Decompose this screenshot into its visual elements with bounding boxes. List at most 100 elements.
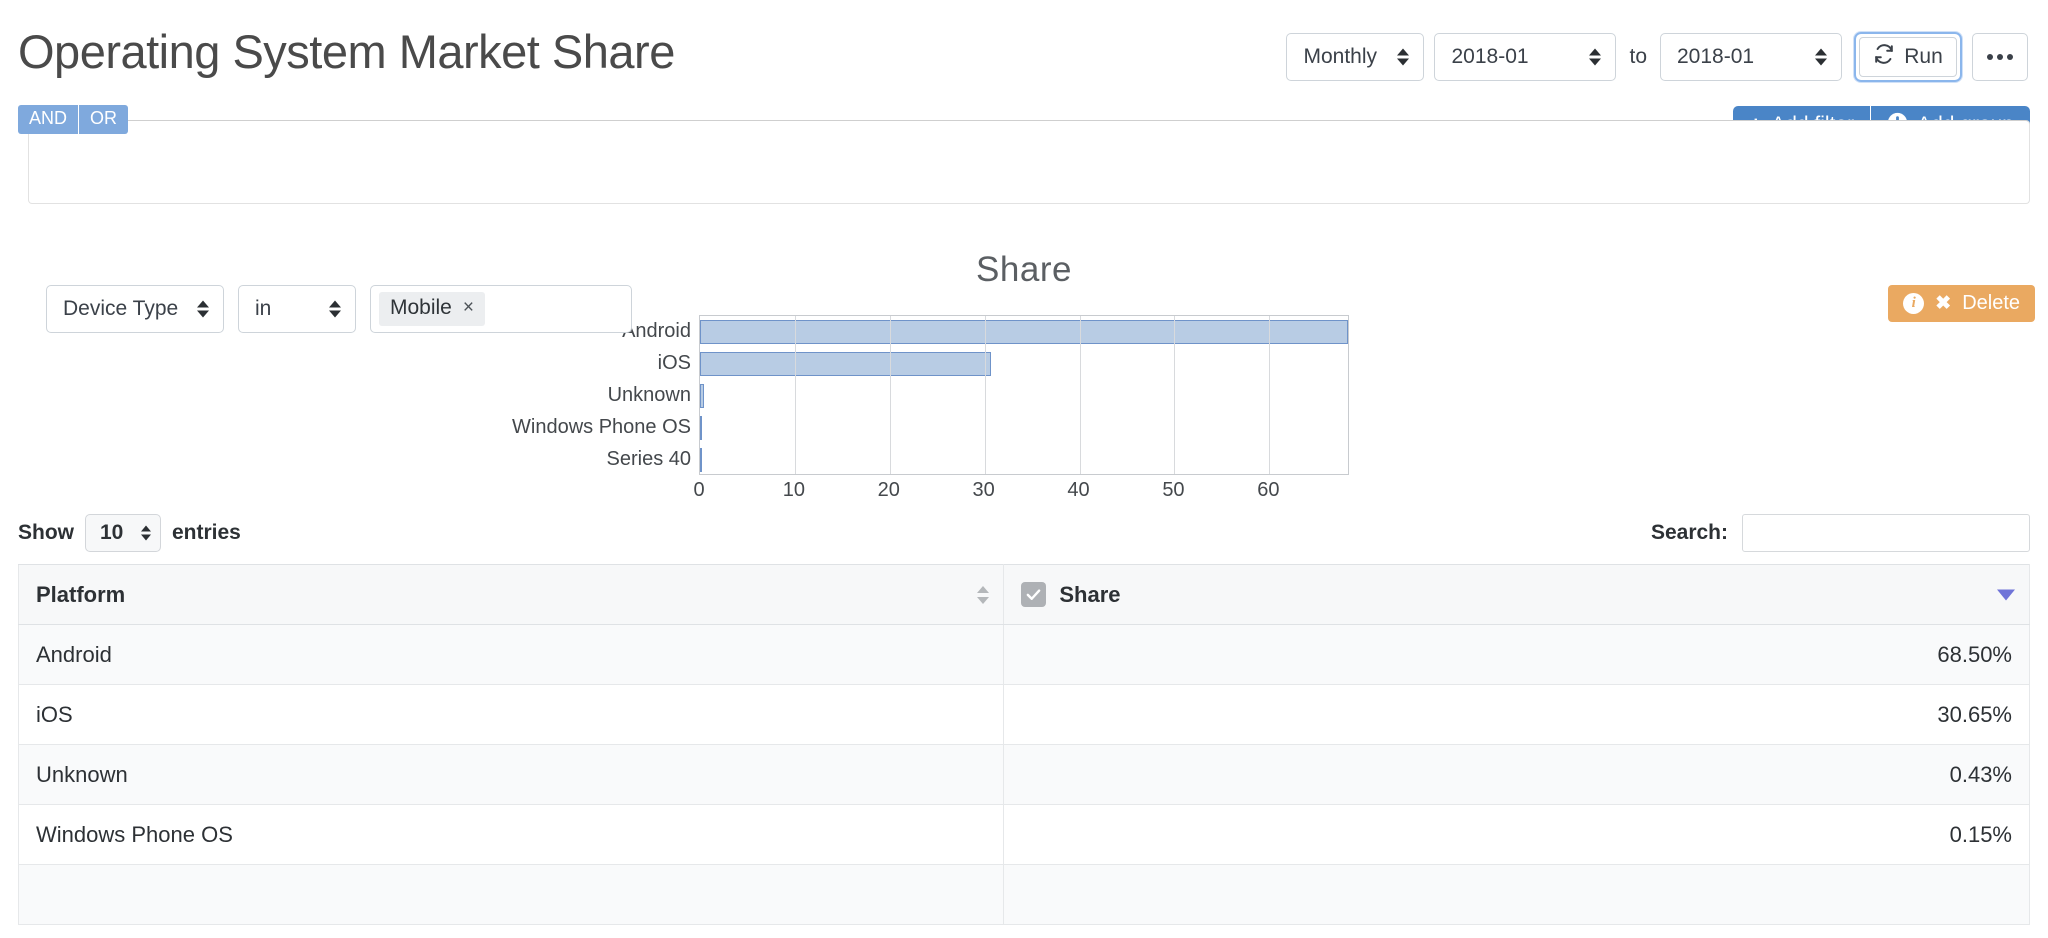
cell-share: 68.50%: [1003, 624, 2030, 685]
chart-gridline: [984, 316, 986, 474]
search-label: Search:: [1650, 521, 1728, 544]
entries-label: entries: [172, 521, 241, 544]
ellipsis-icon-dot: [1987, 54, 1993, 60]
spinner-icon: [329, 300, 341, 318]
chart-category-labels: Android iOS Unknown Windows Phone OS Series …: [439, 315, 699, 475]
cell-platform: [17, 864, 1005, 925]
chart-gridline: [1269, 316, 1271, 474]
logic-or-button[interactable]: OR: [78, 105, 129, 134]
table-controls: Show 10 entries Search:: [0, 504, 2048, 564]
page-length-value: 10: [100, 521, 124, 544]
chart-bar: [700, 352, 991, 376]
column-header-share-label: Share: [1059, 581, 1121, 607]
logic-toggle[interactable]: AND OR: [18, 105, 129, 134]
chart-bar-slot: [700, 412, 1348, 444]
chart-gridline: [794, 316, 796, 474]
page-length-select[interactable]: 10: [85, 514, 161, 552]
spinner-icon: [1815, 48, 1827, 66]
sort-descending-icon: [1997, 589, 2015, 600]
cell-platform: Unknown: [17, 744, 1005, 805]
spinner-icon: [197, 300, 209, 318]
filter-row: Device Type in Mobile ×: [46, 285, 632, 333]
run-button-label: Run: [1904, 45, 1943, 68]
info-icon: i: [1903, 293, 1925, 314]
table-head: Platform Share: [17, 564, 2030, 625]
chart-plot-inner: Android iOS Unknown Windows Phone OS Series …: [512, 315, 1349, 509]
table-row[interactable]: Unknown 0.43%: [17, 744, 2030, 805]
chart-gridline: [1079, 316, 1081, 474]
chart-plot-area: [699, 315, 1349, 475]
table-header-row: Platform Share: [17, 564, 2030, 625]
period-select-value: Monthly: [1303, 45, 1378, 68]
chart-x-tick-label: 20: [877, 479, 900, 501]
chart-bar-slot: [700, 380, 1348, 412]
filter-field-select[interactable]: Device Type: [46, 285, 224, 333]
filter-field-value: Device Type: [63, 297, 179, 320]
ellipsis-icon-dot: [2007, 54, 2013, 60]
table-body: Android 68.50% iOS 30.65% Unknown 0.43% Window…: [17, 624, 2030, 925]
chart-x-tick-label: 50: [1162, 479, 1185, 501]
chart-x-tick-label: 60: [1257, 479, 1280, 501]
table-search: Search:: [1651, 514, 2030, 552]
filter-operator-select[interactable]: in: [238, 285, 356, 333]
chart-x-tick-label: 10: [782, 479, 805, 501]
filter-value-tag[interactable]: Mobile ×: [379, 292, 485, 326]
chart-category-label: Unknown: [607, 384, 691, 406]
chart-gridline: [889, 316, 891, 474]
chart-bar-slot: [700, 316, 1348, 348]
chart-bars: [700, 316, 1348, 474]
cell-share: 0.15%: [1003, 804, 2030, 865]
ellipsis-icon-dot: [1997, 54, 2003, 60]
filter-value-tag-label: Mobile: [390, 296, 452, 319]
close-icon[interactable]: ×: [463, 297, 474, 319]
chart-title: Share: [976, 250, 1072, 289]
chart-plot-wrapper: Android iOS Unknown Windows Phone OS Series …: [0, 315, 2048, 509]
overflow-menu-button[interactable]: [1972, 33, 2028, 81]
checkbox-checked-icon[interactable]: [1021, 582, 1047, 607]
chart-x-tick-label: 30: [972, 479, 995, 501]
cell-share: 0.43%: [1003, 744, 2030, 805]
cell-platform: iOS: [17, 684, 1005, 745]
table-row[interactable]: Windows Phone OS 0.15%: [17, 804, 2030, 865]
table-row[interactable]: [17, 864, 2030, 925]
table-row[interactable]: iOS 30.65%: [17, 684, 2030, 745]
table-row[interactable]: Android 68.50%: [17, 624, 2030, 685]
delete-button-label: Delete: [1962, 292, 2020, 314]
chart-x-tick-label: 40: [1067, 479, 1090, 501]
run-button-focus-ring: Run: [1854, 32, 1962, 82]
column-header-share[interactable]: Share: [1003, 564, 2030, 625]
date-to-select[interactable]: 2018-01: [1660, 33, 1842, 81]
search-input[interactable]: [1742, 514, 2030, 552]
spinner-icon: [1589, 48, 1602, 66]
cell-share: [1003, 864, 2030, 925]
chart-gridline: [1174, 316, 1176, 474]
chart-bar-slot: [700, 348, 1348, 380]
filter-group-container: [28, 105, 2030, 204]
chart-x-tick-label: 0: [693, 479, 705, 501]
sort-both-icon: [977, 585, 990, 604]
filter-value-input[interactable]: Mobile ×: [370, 285, 632, 333]
close-icon: ✖: [1935, 293, 1952, 314]
chart-category-label: Series 40: [606, 448, 692, 470]
refresh-icon: [1873, 43, 1895, 71]
column-header-platform-label: Platform: [36, 581, 126, 607]
chart-category-label: Windows Phone OS: [512, 416, 691, 438]
run-button[interactable]: Run: [1859, 37, 1957, 77]
filter-builder: AND OR + Add filter Add group Device Typ…: [0, 104, 2048, 333]
date-to-value: 2018-01: [1677, 45, 1755, 68]
delete-filter-button[interactable]: i ✖ Delete: [1888, 285, 2035, 322]
chart-bar: [700, 448, 702, 472]
results-table: Platform Share Android 68.50% iOS 30.65% Unk…: [17, 564, 2030, 925]
cell-platform: Windows Phone OS: [17, 804, 1005, 865]
show-label: Show: [18, 521, 74, 544]
cell-platform: Android: [17, 624, 1005, 685]
column-header-platform[interactable]: Platform: [17, 564, 1005, 625]
date-from-select[interactable]: 2018-01: [1434, 33, 1617, 81]
logic-and-button[interactable]: AND: [18, 105, 79, 134]
spinner-icon: [141, 525, 151, 541]
chart-category-label: iOS: [657, 352, 691, 374]
chart-bar: [700, 384, 705, 408]
period-select[interactable]: Monthly: [1286, 33, 1425, 81]
chart-bar: [700, 320, 1348, 344]
filter-operator-value: in: [255, 297, 272, 320]
